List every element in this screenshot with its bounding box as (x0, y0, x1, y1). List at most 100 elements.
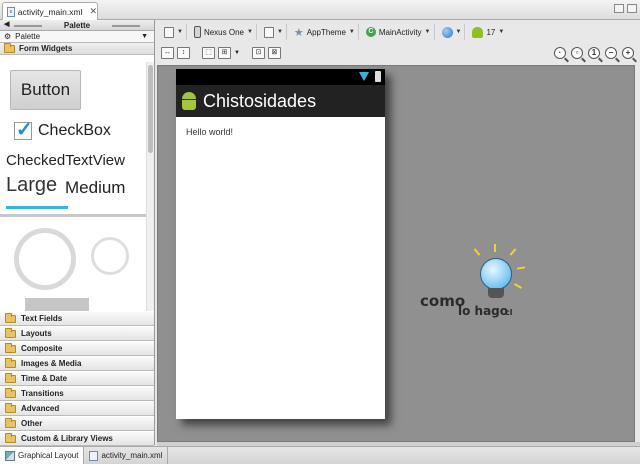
hello-world-textview[interactable]: Hello world! (176, 117, 385, 147)
graphical-layout-icon (5, 450, 15, 461)
dropdown-arrow-icon: ▼ (348, 29, 355, 35)
widget-partial-item[interactable] (25, 298, 89, 311)
widget-checkbox[interactable]: ✓ CheckBox (14, 119, 111, 141)
collapse-arrow-icon[interactable]: ◀ (4, 20, 9, 28)
action-bar[interactable]: Chistosidades (176, 85, 385, 117)
category-label: Advanced (21, 404, 60, 413)
app-title: Chistosidades (203, 90, 317, 111)
form-widgets-list: Button ✓ CheckBox CheckedTextView Large … (0, 62, 146, 311)
category-composite[interactable]: Composite (0, 341, 154, 356)
toggle-fill-width-icon[interactable]: ↔ (161, 47, 174, 59)
api-level-label: 17 (486, 27, 496, 37)
settings-icon: ⚙ (4, 32, 12, 41)
category-text-fields[interactable]: Text Fields (0, 311, 154, 326)
folder-open-icon (4, 42, 15, 53)
dropdown-arrow-icon: ▼ (141, 33, 148, 40)
orientation-chooser[interactable]: ▼ (261, 24, 287, 40)
category-custom-library-views[interactable]: Custom & Library Views (0, 431, 154, 446)
margins-icon[interactable]: ⬚ (202, 47, 215, 59)
tab-label: activity_main.xml (101, 451, 163, 460)
dropdown-arrow-icon: ▼ (276, 29, 283, 35)
widget-medium-text[interactable]: Medium (65, 178, 125, 198)
category-label: Custom & Library Views (21, 434, 113, 443)
folder-icon (5, 402, 16, 413)
zoom-100-icon[interactable]: 1 (588, 47, 600, 59)
dropdown-arrow-icon: ▼ (455, 29, 462, 35)
dropdown-arrow-icon: ▼ (177, 29, 183, 35)
wifi-icon (359, 72, 369, 81)
folder-icon (5, 357, 16, 368)
category-images-media[interactable]: Images & Media (0, 356, 154, 371)
status-bar (176, 69, 385, 85)
folder-icon (5, 432, 16, 443)
widget-progress-bar-horizontal[interactable] (6, 206, 68, 209)
category-advanced[interactable]: Advanced (0, 401, 154, 416)
widget-progress-normal[interactable] (91, 237, 129, 275)
maximize-button[interactable] (627, 4, 637, 13)
category-layouts[interactable]: Layouts (0, 326, 154, 341)
locale-chooser[interactable]: ▼ (439, 24, 466, 40)
zoom-out-icon[interactable]: − (605, 47, 617, 59)
api-level-chooser[interactable]: 17 ▼ (469, 24, 507, 40)
category-transitions[interactable]: Transitions (0, 386, 154, 401)
tab-graphical-layout[interactable]: Graphical Layout (0, 447, 85, 464)
widget-button[interactable]: Button (10, 70, 81, 110)
dropdown-arrow-icon: ▼ (246, 29, 253, 35)
distribute-weights-icon[interactable]: ⊡ (251, 47, 265, 59)
category-label: Other (21, 419, 43, 428)
gravity-icon[interactable]: ⊞ (218, 47, 231, 59)
minimize-button[interactable] (614, 4, 624, 13)
theme-chooser[interactable]: ★ AppTheme ▼ (291, 24, 359, 40)
folder-icon (5, 387, 16, 398)
drag-handle-right[interactable] (112, 25, 140, 27)
widget-progress-large[interactable] (14, 228, 76, 290)
phone-icon (193, 26, 201, 38)
lightbulb-icon (480, 258, 512, 290)
star-icon: ★ (293, 26, 304, 39)
category-label: Text Fields (21, 314, 63, 323)
palette-panel: ◀ Palette ⚙ Palette ▼ Form Widgets Butto… (0, 20, 155, 446)
battery-icon (375, 71, 381, 82)
palette-selector[interactable]: ⚙ Palette ▼ (0, 31, 154, 43)
device-preview[interactable]: Chistosidades Hello world! (176, 69, 385, 419)
editor-bottom-tabs: Graphical Layout activity_main.xml (0, 446, 640, 464)
category-label: Form Widgets (19, 44, 73, 53)
category-time-date[interactable]: Time & Date (0, 371, 154, 386)
editor-tab-label: activity_main.xml (17, 6, 83, 17)
clear-weights-icon[interactable]: ⊠ (267, 47, 281, 59)
close-icon[interactable]: ✕ (89, 6, 97, 17)
palette-title: Palette (63, 20, 91, 30)
checkbox-checked-icon: ✓ (14, 119, 33, 141)
globe-icon (441, 26, 453, 38)
tab-xml-source[interactable]: activity_main.xml (84, 447, 169, 464)
activity-chooser[interactable]: C MainActivity ▼ (363, 24, 435, 40)
palette-scrollbar[interactable] (146, 62, 154, 311)
editor-tab-activity-main[interactable]: x activity_main.xml ✕ (2, 2, 98, 20)
device-chooser[interactable]: Nexus One ▼ (191, 24, 257, 40)
dropdown-arrow-icon[interactable]: ▼ (234, 50, 240, 56)
zoom-in-icon[interactable]: + (622, 47, 634, 59)
zoom-fit-icon[interactable]: ▫ (571, 47, 583, 59)
widget-large-text[interactable]: Large (6, 174, 57, 197)
watermark-word-2: lo hago (458, 304, 509, 318)
category-form-widgets[interactable]: Form Widgets (0, 42, 154, 55)
dropdown-arrow-icon: ▼ (424, 29, 431, 35)
layout-canvas[interactable]: Chistosidades Hello world! como lo hago … (157, 65, 635, 442)
xml-file-icon: x (7, 6, 15, 17)
zoom-real-size-icon[interactable]: · (554, 47, 566, 59)
widget-checked-text-view[interactable]: CheckedTextView (6, 152, 125, 169)
drag-handle-left[interactable] (14, 25, 42, 27)
category-label: Transitions (21, 389, 64, 398)
category-other[interactable]: Other (0, 416, 154, 431)
folder-icon (5, 417, 16, 428)
zoom-controls: · ▫ 1 − + (554, 47, 634, 59)
scrollbar-thumb[interactable] (148, 65, 153, 153)
watermark-word-3: .cl (502, 308, 513, 317)
config-chooser-button[interactable]: ▼ (161, 24, 187, 40)
palette-selector-label: Palette (15, 32, 41, 41)
toggle-fill-height-icon[interactable]: ↕ (177, 47, 190, 59)
palette-categories: Text Fields Layouts Composite Images & M… (0, 311, 154, 446)
folder-icon (5, 312, 16, 323)
android-launcher-icon (180, 91, 198, 111)
comolohago-watermark-logo: como lo hago .cl (420, 244, 540, 334)
